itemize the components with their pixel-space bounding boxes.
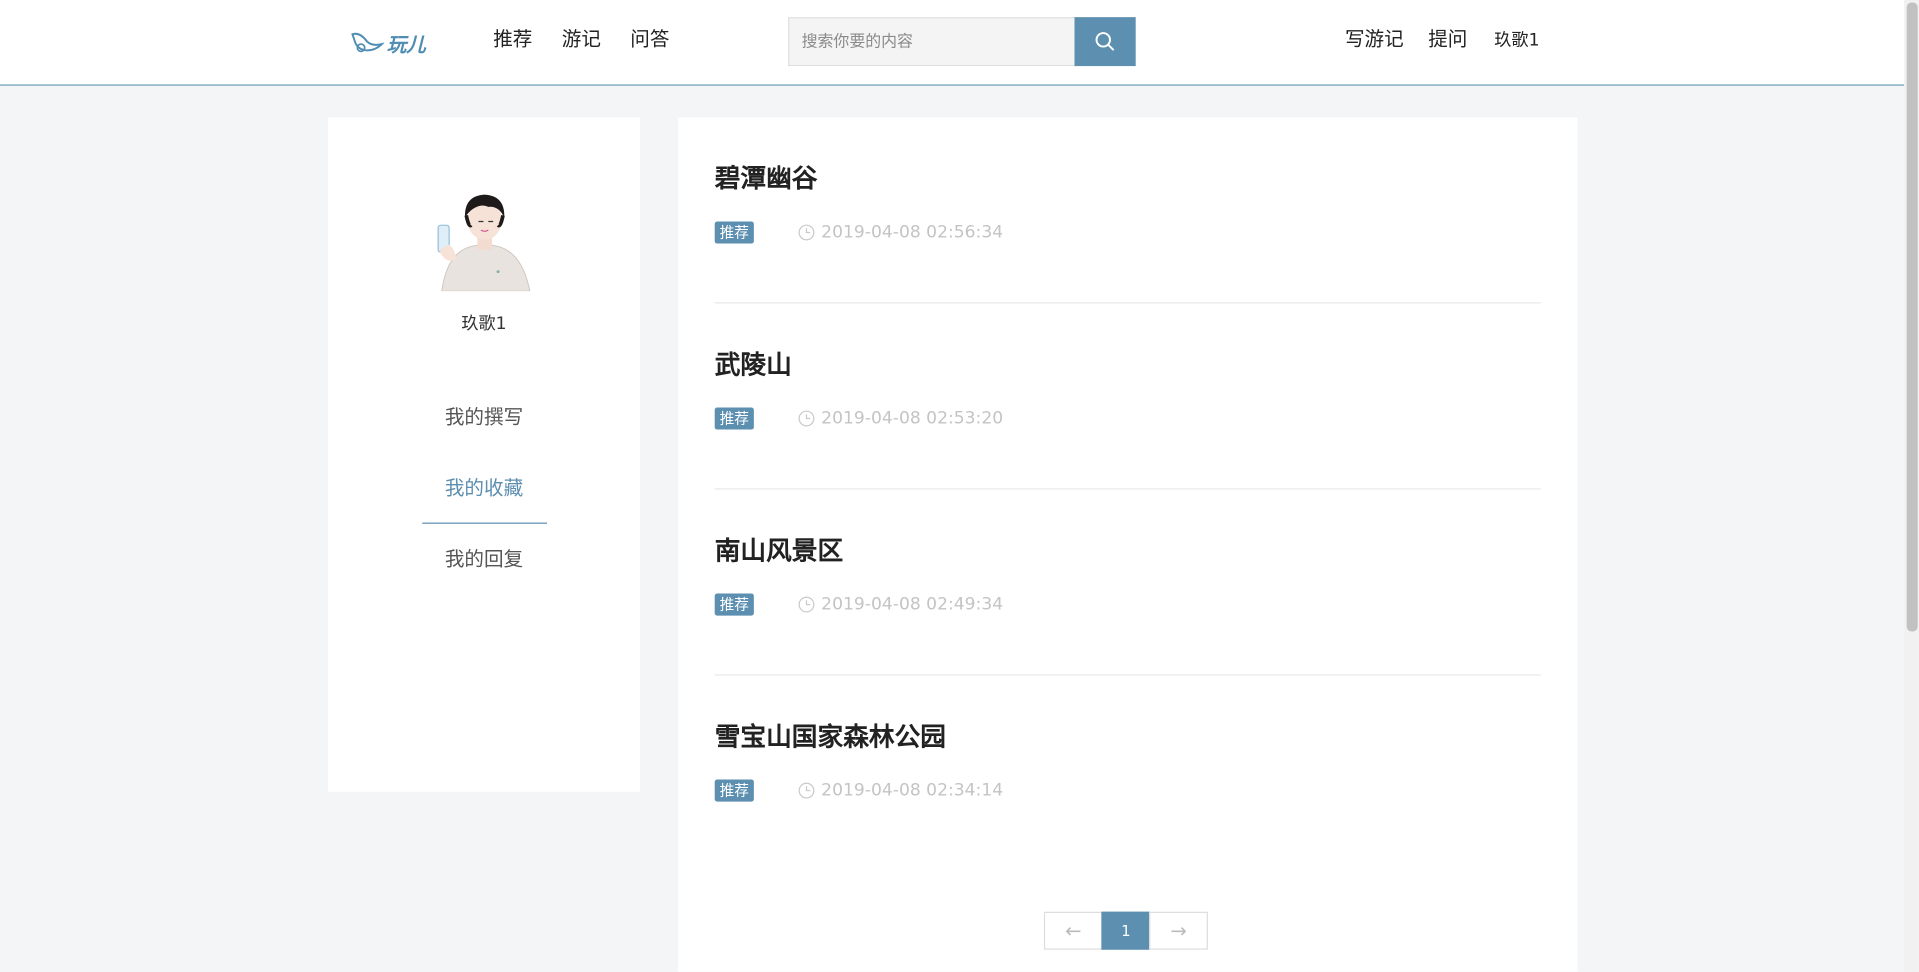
menu-my-favorites-label: 我的收藏 <box>421 465 547 524</box>
avatar <box>434 190 535 292</box>
article-time-text: 2019-04-08 02:49:34 <box>821 594 1004 615</box>
list-item: 武陵山 推荐 2019-04-08 02:53:20 <box>714 304 1541 490</box>
profile-sidebar: 玖歌1 我的撰写 我的收藏 我的回复 <box>327 117 641 792</box>
article-time: 2019-04-08 02:53:20 <box>798 408 1003 430</box>
clock-icon <box>798 410 815 427</box>
ask-question-link[interactable]: 提问 <box>1428 24 1467 53</box>
recommend-badge: 推荐 <box>714 593 754 616</box>
profile-username: 玖歌1 <box>461 314 507 335</box>
article-title[interactable]: 碧潭幽谷 <box>715 159 818 196</box>
recommend-badge: 推荐 <box>714 779 754 802</box>
nav-travel-notes[interactable]: 游记 <box>562 24 601 53</box>
search-icon <box>1095 32 1115 51</box>
list-item: 碧潭幽谷 推荐 2019-04-08 02:56:34 <box>714 117 1541 304</box>
list-item: 雪宝山国家森林公园 推荐 2019-04-08 02:34:14 <box>714 676 1541 862</box>
article-title[interactable]: 武陵山 <box>715 345 792 382</box>
page: 玩儿 推荐 游记 问答 写游记 提问 玖歌1 <box>0 0 1919 972</box>
menu-my-replies-label: 我的回复 <box>444 547 524 571</box>
profile-menu: 我的撰写 我的收藏 我的回复 <box>328 394 640 607</box>
article-title[interactable]: 南山风景区 <box>715 531 843 568</box>
search-button[interactable] <box>1074 17 1136 67</box>
write-travel-note-link[interactable]: 写游记 <box>1345 24 1404 53</box>
menu-my-writing-label: 我的撰写 <box>444 405 524 429</box>
avatar-illustration <box>434 190 535 292</box>
recommend-badge: 推荐 <box>714 407 754 430</box>
clock-icon <box>798 782 815 799</box>
article-title[interactable]: 雪宝山国家森林公园 <box>715 717 946 754</box>
page-button-current[interactable]: 1 <box>1101 911 1151 950</box>
bird-logo-icon <box>351 32 385 53</box>
clock-icon <box>798 224 815 241</box>
list-item: 南山风景区 推荐 2019-04-08 02:49:34 <box>714 490 1541 676</box>
nav-qa[interactable]: 问答 <box>630 24 669 53</box>
article-time-text: 2019-04-08 02:34:14 <box>821 780 1004 801</box>
user-nav: 写游记 提问 玖歌1 <box>1345 24 1540 53</box>
search-input[interactable] <box>788 17 1075 67</box>
article-time: 2019-04-08 02:56:34 <box>798 222 1003 244</box>
recommend-badge: 推荐 <box>714 221 754 244</box>
scrollbar-thumb[interactable] <box>1906 2 1918 632</box>
main-nav: 推荐 游记 问答 <box>493 24 699 53</box>
top-header: 玩儿 推荐 游记 问答 写游记 提问 玖歌1 <box>0 0 1905 86</box>
prev-page-button[interactable]: ← <box>1043 911 1103 950</box>
logo[interactable]: 玩儿 <box>350 27 436 59</box>
next-page-button[interactable]: → <box>1149 911 1208 950</box>
nav-recommend[interactable]: 推荐 <box>493 24 532 53</box>
menu-my-replies[interactable]: 我的回复 <box>422 536 547 607</box>
menu-my-writing[interactable]: 我的撰写 <box>422 394 547 465</box>
pagination: ← 1 → <box>1043 911 1208 950</box>
article-time-text: 2019-04-08 02:56:34 <box>821 222 1004 243</box>
menu-my-favorites[interactable]: 我的收藏 <box>421 465 547 536</box>
header-username[interactable]: 玖歌1 <box>1494 27 1539 51</box>
logo-text: 玩儿 <box>386 33 426 57</box>
article-time-text: 2019-04-08 02:53:20 <box>821 408 1004 429</box>
article-time: 2019-04-08 02:49:34 <box>798 594 1003 616</box>
favorites-list: 碧潭幽谷 推荐 2019-04-08 02:56:34 武陵山 推荐 2019-… <box>677 117 1578 972</box>
article-time: 2019-04-08 02:34:14 <box>798 780 1003 802</box>
clock-icon <box>798 596 815 613</box>
